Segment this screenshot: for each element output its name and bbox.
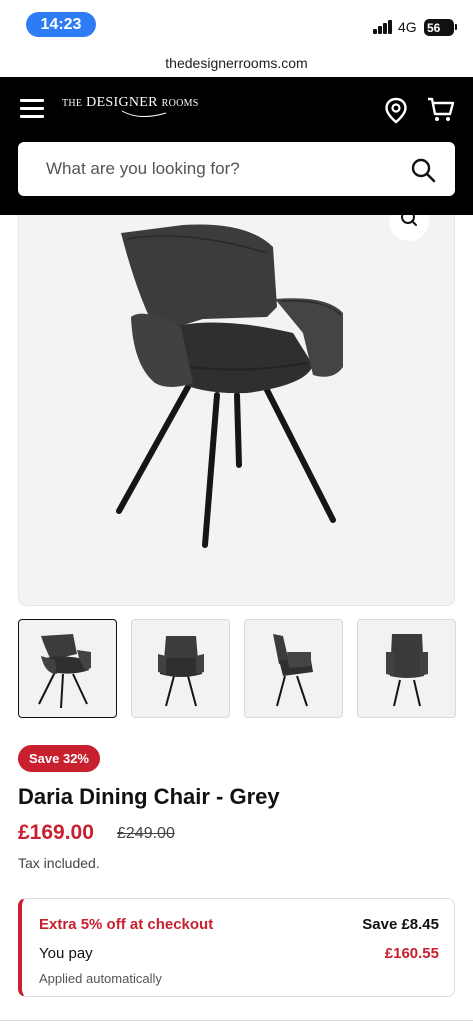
search-input[interactable] [18,142,398,196]
chair-thumbnail-image [386,634,428,707]
thumbnail-front-angle[interactable] [18,619,117,718]
address-bar[interactable]: thedesignerrooms.com [0,50,473,76]
battery-icon: 56 [424,19,457,36]
chair-thumbnail-image [38,634,91,708]
menu-icon[interactable] [20,99,44,119]
signal-icon [373,20,393,34]
promo-note: Applied automatically [39,971,162,986]
tax-note: Tax included. [18,855,100,871]
product-main-image[interactable] [18,215,455,606]
site-header: THE DESIGNER ROOMS [0,77,473,215]
logo-swoosh-icon [121,110,167,117]
chair-image [116,224,343,548]
promo-headline: Extra 5% off at checkout [39,916,214,933]
promo-final-price: £160.55 [384,945,439,962]
thumbnail-back[interactable] [357,619,456,718]
chair-thumbnail-image [273,634,313,707]
status-time: 14:23 [26,12,96,37]
zoom-button[interactable] [389,215,429,241]
search-icon[interactable] [410,157,436,183]
original-price: £249.00 [117,825,175,842]
status-bar: 14:23 4G 56 [0,0,473,48]
current-price: £169.00 [18,821,94,844]
logo-prefix: THE [62,98,83,109]
location-pin-icon[interactable] [384,97,408,125]
battery-level: 56 [427,20,441,35]
zoom-icon [401,215,417,226]
thumbnail-front[interactable] [131,619,230,718]
divider [0,1020,473,1021]
promo-you-pay-label: You pay [39,945,93,962]
discount-badge: Save 32% [18,745,100,772]
search-bar[interactable] [18,142,455,196]
thumbnail-strip [18,619,456,718]
network-type: 4G [398,19,417,35]
product-title: Daria Dining Chair - Grey [18,784,280,809]
cart-icon[interactable] [427,97,455,123]
chair-thumbnail-image [158,636,204,707]
promo-save-amount: Save £8.45 [362,916,439,933]
thumbnail-side[interactable] [244,619,343,718]
checkout-promo-box: Extra 5% off at checkout Save £8.45 You … [18,898,455,997]
